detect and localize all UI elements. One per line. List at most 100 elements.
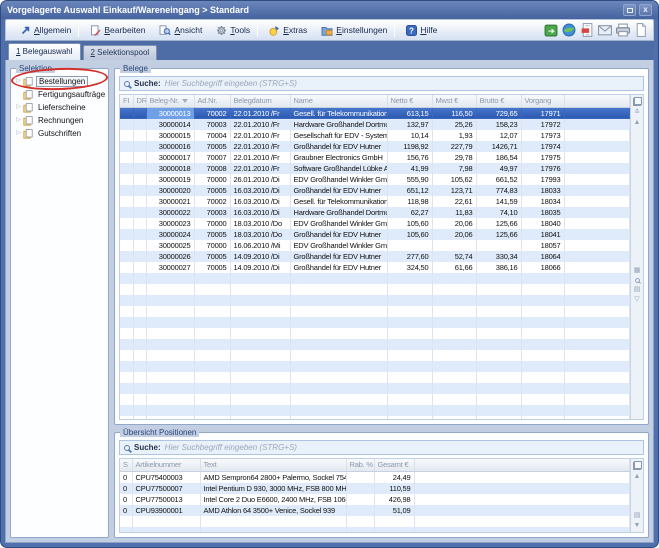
column-chooser-icon[interactable]: ▦ [632, 266, 643, 276]
cell[interactable]: 20,06 [432, 229, 476, 240]
cell[interactable]: AMD Sempron64 2800+ Palermo, Sockel 754 [200, 471, 346, 483]
cell[interactable] [133, 207, 146, 218]
cell[interactable]: 62,27 [387, 207, 432, 218]
menu-ansicht[interactable]: Ansicht [150, 23, 207, 38]
cell[interactable]: 30000013 [146, 107, 194, 119]
cell[interactable]: 70003 [194, 207, 230, 218]
cell[interactable] [120, 207, 133, 218]
cell[interactable]: Großhandel für EDV Hutner [290, 251, 387, 262]
table-row[interactable]: 0CPU93900001AMD Athlon 64 3500+ Venice, … [120, 505, 630, 516]
cell[interactable]: 10,14 [387, 130, 432, 141]
cell[interactable] [564, 251, 630, 262]
table-row[interactable]: 300000177000722.01.2010 /FrGraubner Elec… [120, 152, 630, 163]
cell[interactable]: 16.03.2010 /Di [230, 185, 290, 196]
cell[interactable] [133, 152, 146, 163]
cell[interactable] [133, 240, 146, 251]
cell[interactable] [120, 240, 133, 251]
cell[interactable] [564, 229, 630, 240]
cell[interactable] [414, 494, 630, 505]
col-header-vorgang[interactable]: Vorgang [521, 95, 564, 107]
cell[interactable]: 18.03.2010 /Do [230, 229, 290, 240]
cell[interactable]: 70005 [194, 141, 230, 152]
cell[interactable]: Großhandel für EDV Hutner [290, 262, 387, 273]
cell[interactable]: 18040 [521, 218, 564, 229]
cell[interactable] [564, 130, 630, 141]
cell[interactable]: Software Großhandel Lübke AG [290, 163, 387, 174]
cell[interactable]: 26.01.2010 /Di [230, 174, 290, 185]
expander-icon[interactable]: ▷ [14, 75, 23, 88]
cell[interactable] [564, 119, 630, 130]
cell[interactable]: Intel Core 2 Duo E6600, 2400 MHz, FSB 10… [200, 494, 346, 505]
col-header-gesamt[interactable]: Gesamt € [374, 459, 414, 471]
cell[interactable]: 22.01.2010 /Fr [230, 107, 290, 119]
tab-belegauswahl[interactable]: 1 Belegauswahl [8, 43, 81, 60]
cell[interactable]: 0 [120, 483, 132, 494]
cell[interactable]: 17976 [521, 163, 564, 174]
cell[interactable]: 30000020 [146, 185, 194, 196]
cell[interactable]: 330,34 [476, 251, 521, 262]
table-row[interactable]: 300000167000522.01.2010 /FrGroßhandel fü… [120, 141, 630, 152]
cell[interactable] [133, 218, 146, 229]
cell[interactable]: 70000 [194, 240, 230, 251]
cell[interactable]: 17973 [521, 130, 564, 141]
col-header-rab[interactable]: Rab. % [346, 459, 374, 471]
table-row[interactable]: 300000137000222.01.2010 /FrGesell. für T… [120, 107, 630, 119]
cell[interactable] [120, 262, 133, 273]
cell[interactable]: 18033 [521, 185, 564, 196]
table-row[interactable]: 300000217000216.03.2010 /DiGesell. für T… [120, 196, 630, 207]
tab-selektionspool[interactable]: 2 Selektionspool [83, 45, 158, 60]
cell[interactable]: 74,10 [476, 207, 521, 218]
cell[interactable]: EDV Großhandel Winkler GmbH [290, 240, 387, 251]
filter-icon[interactable]: ▽ [632, 295, 643, 305]
cell[interactable]: 14.09.2010 /Di [230, 262, 290, 273]
cell[interactable] [133, 107, 146, 119]
cell[interactable]: 105,62 [432, 174, 476, 185]
cell[interactable]: 22.01.2010 /Fr [230, 119, 290, 130]
cell[interactable]: 30000022 [146, 207, 194, 218]
cell[interactable] [133, 196, 146, 207]
cell[interactable]: 70003 [194, 119, 230, 130]
cell[interactable] [120, 107, 133, 119]
cell[interactable] [133, 185, 146, 196]
cell[interactable] [120, 119, 133, 130]
cell[interactable]: 70002 [194, 196, 230, 207]
cell[interactable]: Gesell. für Telekommunikation [290, 107, 387, 119]
cell[interactable]: 20,06 [432, 218, 476, 229]
table-row[interactable]: 300000237000018.03.2010 /DoEDV Großhande… [120, 218, 630, 229]
col-header-dr[interactable]: DR [133, 95, 146, 107]
table-row[interactable]: 300000227000316.03.2010 /DiHardware Groß… [120, 207, 630, 218]
cell[interactable]: 0 [120, 505, 132, 516]
cell[interactable] [346, 483, 374, 494]
col-header-mwst[interactable]: Mwst € [432, 95, 476, 107]
cell[interactable]: 14.09.2010 /Di [230, 251, 290, 262]
cell[interactable]: CPU77500013 [132, 494, 200, 505]
tree-item-rechnungen[interactable]: ▷ Rechnungen [14, 114, 106, 127]
cell[interactable]: 729,65 [476, 107, 521, 119]
cell[interactable]: EDV Großhandel Winkler GmbH [290, 218, 387, 229]
cell[interactable]: 22.01.2010 /Fr [230, 163, 290, 174]
cell[interactable]: 1198,92 [387, 141, 432, 152]
table-row[interactable]: 300000267000514.09.2010 /DiGroßhandel fü… [120, 251, 630, 262]
cell[interactable]: 18.03.2010 /Do [230, 218, 290, 229]
cell[interactable]: 70005 [194, 185, 230, 196]
cell[interactable]: 158,23 [476, 119, 521, 130]
grid-menu-icon[interactable]: ▤ [632, 511, 643, 521]
menu-einstellungen[interactable]: Einstellungen [312, 23, 392, 38]
positionen-search-input[interactable]: Suche: Hier Suchbegriff eingeben (STRG+S… [119, 440, 644, 455]
cell[interactable] [133, 229, 146, 240]
cell[interactable] [564, 240, 630, 251]
new-document-icon[interactable] [634, 23, 648, 37]
cell[interactable] [133, 119, 146, 130]
cell[interactable]: 70005 [194, 229, 230, 240]
cell[interactable]: Gesellschaft für EDV - Systeme [290, 130, 387, 141]
cell[interactable] [133, 130, 146, 141]
export-icon[interactable] [544, 23, 558, 37]
cell[interactable]: 186,54 [476, 152, 521, 163]
cell[interactable]: AMD Athlon 64 3500+ Venice, Sockel 939 [200, 505, 346, 516]
cell[interactable] [120, 130, 133, 141]
cell[interactable]: CPU77500007 [132, 483, 200, 494]
cell[interactable] [564, 107, 630, 119]
cell[interactable] [133, 141, 146, 152]
menu-hilfe[interactable]: ? Hilfe [397, 23, 442, 38]
cell[interactable]: 30000019 [146, 174, 194, 185]
